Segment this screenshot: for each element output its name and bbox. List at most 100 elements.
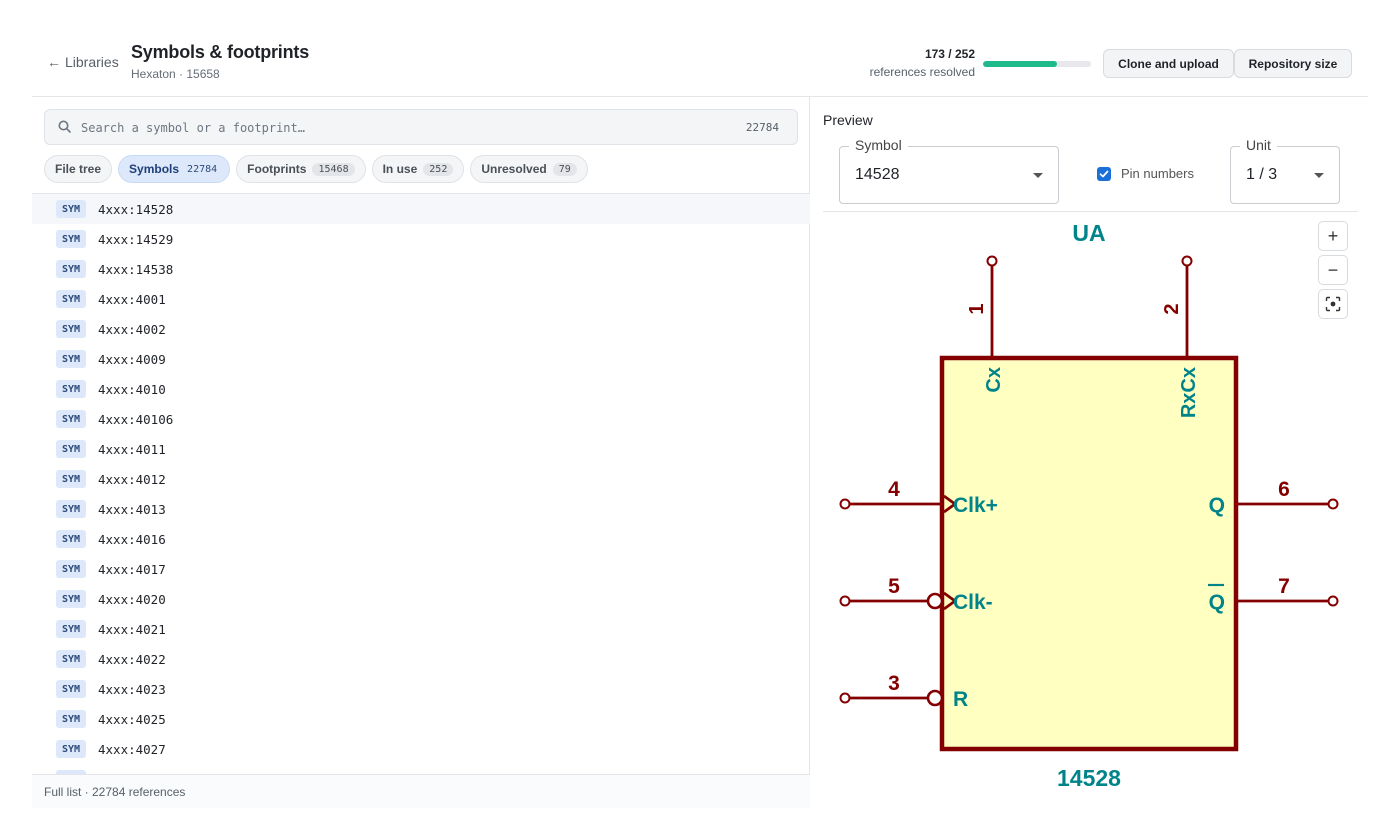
pin-numbers-checkbox[interactable]	[1097, 166, 1111, 181]
list-item-name: 4xxx:4021	[98, 621, 166, 637]
list-item[interactable]: SYM 4xxx:4027	[32, 734, 810, 764]
symbol-type-badge: SYM	[56, 200, 86, 218]
list-item-name: 4xxx:14538	[98, 261, 174, 277]
pin-numbers-label: Pin numbers	[1121, 166, 1194, 181]
list-item[interactable]: SYM 4xxx:4012	[32, 464, 810, 494]
list-item-name: 4xxx:4016	[98, 531, 166, 547]
pin-3-number: 3	[888, 672, 900, 695]
list-item[interactable]: SYM 4xxx:4009	[32, 344, 810, 374]
symbol-select-value: 14528	[855, 166, 900, 183]
tab-count: 22784	[187, 163, 218, 175]
list-item-name: 4xxx:4025	[98, 711, 166, 727]
list-item[interactable]: SYM 4xxx:14528	[32, 194, 810, 224]
unit-select-label: Unit	[1240, 137, 1277, 153]
symbol-type-badge: SYM	[56, 320, 86, 338]
symbol-type-badge: SYM	[56, 230, 86, 248]
search-box: 22784	[44, 109, 798, 145]
list-item-name: 4xxx:4001	[98, 291, 166, 307]
pin-2-number: 2	[1161, 303, 1183, 314]
caret-down-icon	[1033, 173, 1043, 178]
symbol-type-badge: SYM	[56, 740, 86, 758]
list-item[interactable]: SYM 4xxx:4022	[32, 644, 810, 674]
zoom-out-button[interactable]: −	[1318, 255, 1348, 285]
pin-4-name: Clk+	[953, 494, 998, 517]
caret-down-icon	[1314, 173, 1324, 178]
list-item-name: 4xxx:4017	[98, 561, 166, 577]
tab-count: 15468	[312, 162, 355, 176]
tab-label: Unresolved	[481, 162, 547, 176]
progress-bar-track	[983, 61, 1091, 67]
tab-in-use[interactable]: In use 252	[371, 155, 465, 183]
list-item[interactable]: SYM 4xxx:4010	[32, 374, 810, 404]
progress-label: references resolved	[869, 65, 975, 79]
tab-symbols[interactable]: Symbols 22784	[118, 155, 231, 183]
search-input[interactable]	[81, 118, 681, 138]
list-item[interactable]: SYM 4xxx:4001	[32, 284, 810, 314]
symbol-reference: UA	[1072, 220, 1105, 246]
tab-label: Symbols	[129, 162, 180, 176]
symbol-type-badge: SYM	[56, 620, 86, 638]
list-item[interactable]: SYM 4xxx:14529	[32, 224, 810, 254]
symbol-type-badge: SYM	[56, 350, 86, 368]
progress-count: 173 / 252	[924, 47, 975, 61]
list-item-name: 4xxx:4022	[98, 651, 166, 667]
list-item[interactable]: SYM 4xxx:4002	[32, 314, 810, 344]
symbol-type-badge: SYM	[56, 260, 86, 278]
checkmark-icon	[1099, 170, 1109, 177]
unit-select[interactable]: Unit 1 / 3	[1230, 137, 1340, 204]
clone-and-upload-button[interactable]: Clone and upload	[1103, 49, 1234, 78]
list-item-name: 4xxx:14529	[98, 231, 174, 247]
tab-label: In use	[382, 162, 418, 176]
symbol-value: 14528	[1057, 765, 1121, 791]
repository-size-button[interactable]: Repository size	[1234, 49, 1352, 78]
symbol-select[interactable]: Symbol 14528	[839, 137, 1059, 204]
pin-6-name: Q	[1209, 494, 1225, 517]
list-item-name: 4xxx:14528	[98, 201, 174, 217]
plus-icon: +	[1327, 225, 1339, 246]
filter-tabs: File tree Symbols 22784 Footprints 15468…	[44, 155, 588, 183]
fit-view-icon	[1325, 296, 1341, 312]
unit-select-value: 1 / 3	[1246, 166, 1278, 183]
list-item[interactable]: SYM 4xxx:40106	[32, 404, 810, 434]
list-item[interactable]: SYM 4xxx:4025	[32, 704, 810, 734]
tab-footprints[interactable]: Footprints 15468	[236, 155, 366, 183]
pin-7-name: Q	[1209, 591, 1225, 614]
references-progress: 173 / 252 references resolved	[852, 46, 1092, 82]
list-item[interactable]: SYM 4xxx:4021	[32, 614, 810, 644]
list-item-name: 4xxx:4027	[98, 741, 166, 757]
list-item[interactable]: SYM 4xxx:4016	[32, 524, 810, 554]
symbol-type-badge: SYM	[56, 290, 86, 308]
tab-unresolved[interactable]: Unresolved 79	[470, 155, 588, 183]
pin-3-name: R	[953, 688, 968, 711]
list-footer: Full list · 22784 references	[32, 774, 810, 808]
pin-6-number: 6	[1278, 478, 1290, 501]
symbol-type-badge: SYM	[56, 440, 86, 458]
list-item[interactable]: SYM 4xxx:4017	[32, 554, 810, 584]
pin-numbers-toggle[interactable]: Pin numbers	[1097, 166, 1194, 181]
list-item[interactable]: SYM 4xxx:4011	[32, 434, 810, 464]
symbol-type-badge: SYM	[56, 650, 86, 668]
fit-to-view-button[interactable]	[1318, 289, 1348, 319]
list-item[interactable]: SYM 4xxx:4013	[32, 494, 810, 524]
progress-bar-fill	[983, 61, 1058, 67]
list-item[interactable]: SYM 4xxx:4020	[32, 584, 810, 614]
zoom-in-button[interactable]: +	[1318, 221, 1348, 251]
list-item-name: 4xxx:4012	[98, 471, 166, 487]
search-icon	[58, 120, 71, 133]
list-item-name: 4xxx:4010	[98, 381, 166, 397]
pin-7-number: 7	[1278, 575, 1290, 598]
list-item-name: 4xxx:4013	[98, 501, 166, 517]
symbol-type-badge: SYM	[56, 500, 86, 518]
minus-icon: −	[1327, 259, 1339, 280]
tab-file-tree[interactable]: File tree	[44, 155, 113, 183]
list-item[interactable]: SYM 4xxx:4023	[32, 674, 810, 704]
list-item-name: 4xxx:40106	[98, 411, 174, 427]
list-item-name: 4xxx:4009	[98, 351, 166, 367]
symbol-type-badge: SYM	[56, 680, 86, 698]
pin-2-name: RxCx	[1178, 367, 1200, 418]
pin-5-number: 5	[888, 575, 900, 598]
list-item[interactable]: SYM 4xxx:14538	[32, 254, 810, 284]
tab-label: File tree	[55, 162, 102, 176]
back-link-label: Libraries	[65, 54, 119, 70]
back-to-libraries-link[interactable]: ← Libraries	[47, 54, 119, 70]
